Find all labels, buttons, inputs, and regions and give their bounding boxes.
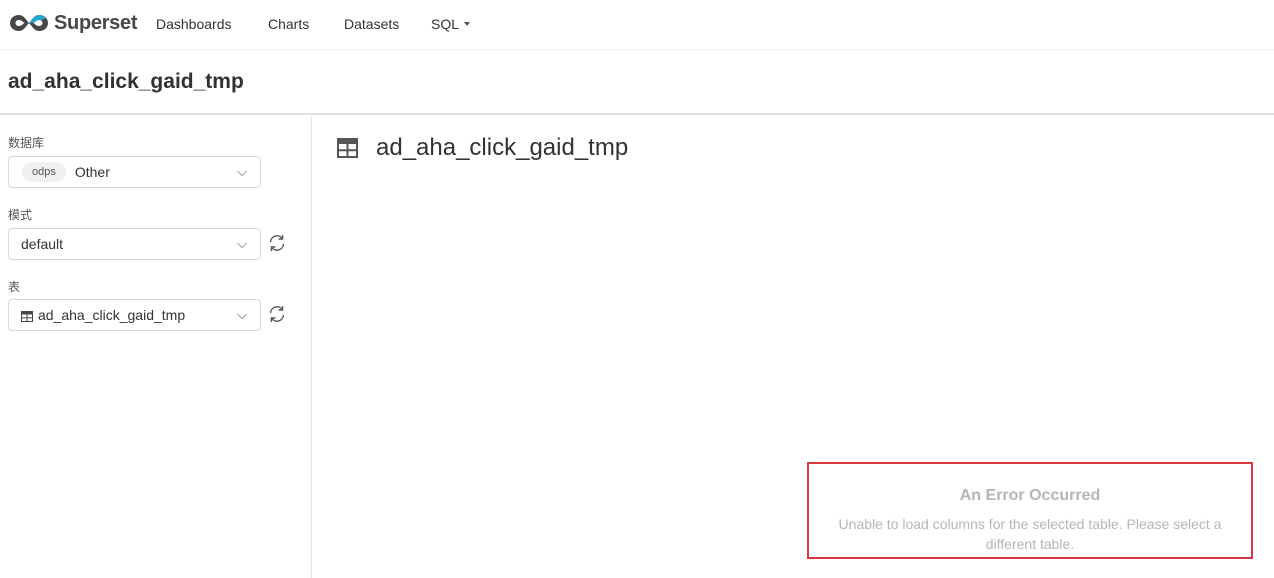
- error-title: An Error Occurred: [959, 487, 1101, 504]
- error-alert: An Error Occurred Unable to load columns…: [807, 462, 1253, 559]
- schema-select-value: default: [21, 236, 64, 252]
- database-select-value: Other: [74, 164, 110, 180]
- nav-sql-label: SQL: [431, 16, 460, 32]
- nav-charts[interactable]: Charts: [268, 16, 309, 32]
- database-type-tag: odps: [22, 162, 66, 182]
- table-select[interactable]: ad_aha_click_gaid_tmp: [8, 299, 261, 331]
- database-label: 数据库: [8, 136, 45, 150]
- dataset-selector-panel: 数据库 odps Other 模式 default 表 ad_aha_click…: [0, 117, 312, 578]
- chevron-down-icon: [237, 313, 247, 320]
- database-select[interactable]: odps Other: [8, 156, 261, 188]
- dataset-title: ad_aha_click_gaid_tmp: [376, 134, 629, 161]
- superset-logo-icon: [10, 15, 48, 31]
- schema-select[interactable]: default: [8, 228, 261, 260]
- error-message: Unable to load columns for the selected …: [838, 516, 1222, 552]
- superset-logo[interactable]: Superset: [8, 10, 137, 36]
- nav-sql-menu[interactable]: SQL: [431, 16, 471, 32]
- chevron-down-icon: [237, 242, 247, 249]
- table-select-value: ad_aha_click_gaid_tmp: [38, 307, 186, 323]
- chevron-down-icon: [237, 170, 247, 177]
- brand-name: Superset: [54, 11, 138, 34]
- table-icon: [21, 310, 33, 322]
- refresh-schema-icon[interactable]: [267, 233, 287, 253]
- nav-dashboards[interactable]: Dashboards: [156, 16, 232, 32]
- page-header: ad_aha_click_gaid_tmp: [0, 51, 1274, 115]
- top-navbar: Superset Dashboards Charts Datasets SQL: [0, 0, 1274, 50]
- table-icon: [337, 138, 358, 158]
- refresh-table-icon[interactable]: [267, 304, 287, 324]
- table-label: 表: [8, 280, 21, 294]
- schema-label: 模式: [8, 208, 33, 222]
- caret-down-icon: [464, 22, 471, 27]
- nav-datasets[interactable]: Datasets: [344, 16, 399, 32]
- page-title: ad_aha_click_gaid_tmp: [8, 70, 244, 93]
